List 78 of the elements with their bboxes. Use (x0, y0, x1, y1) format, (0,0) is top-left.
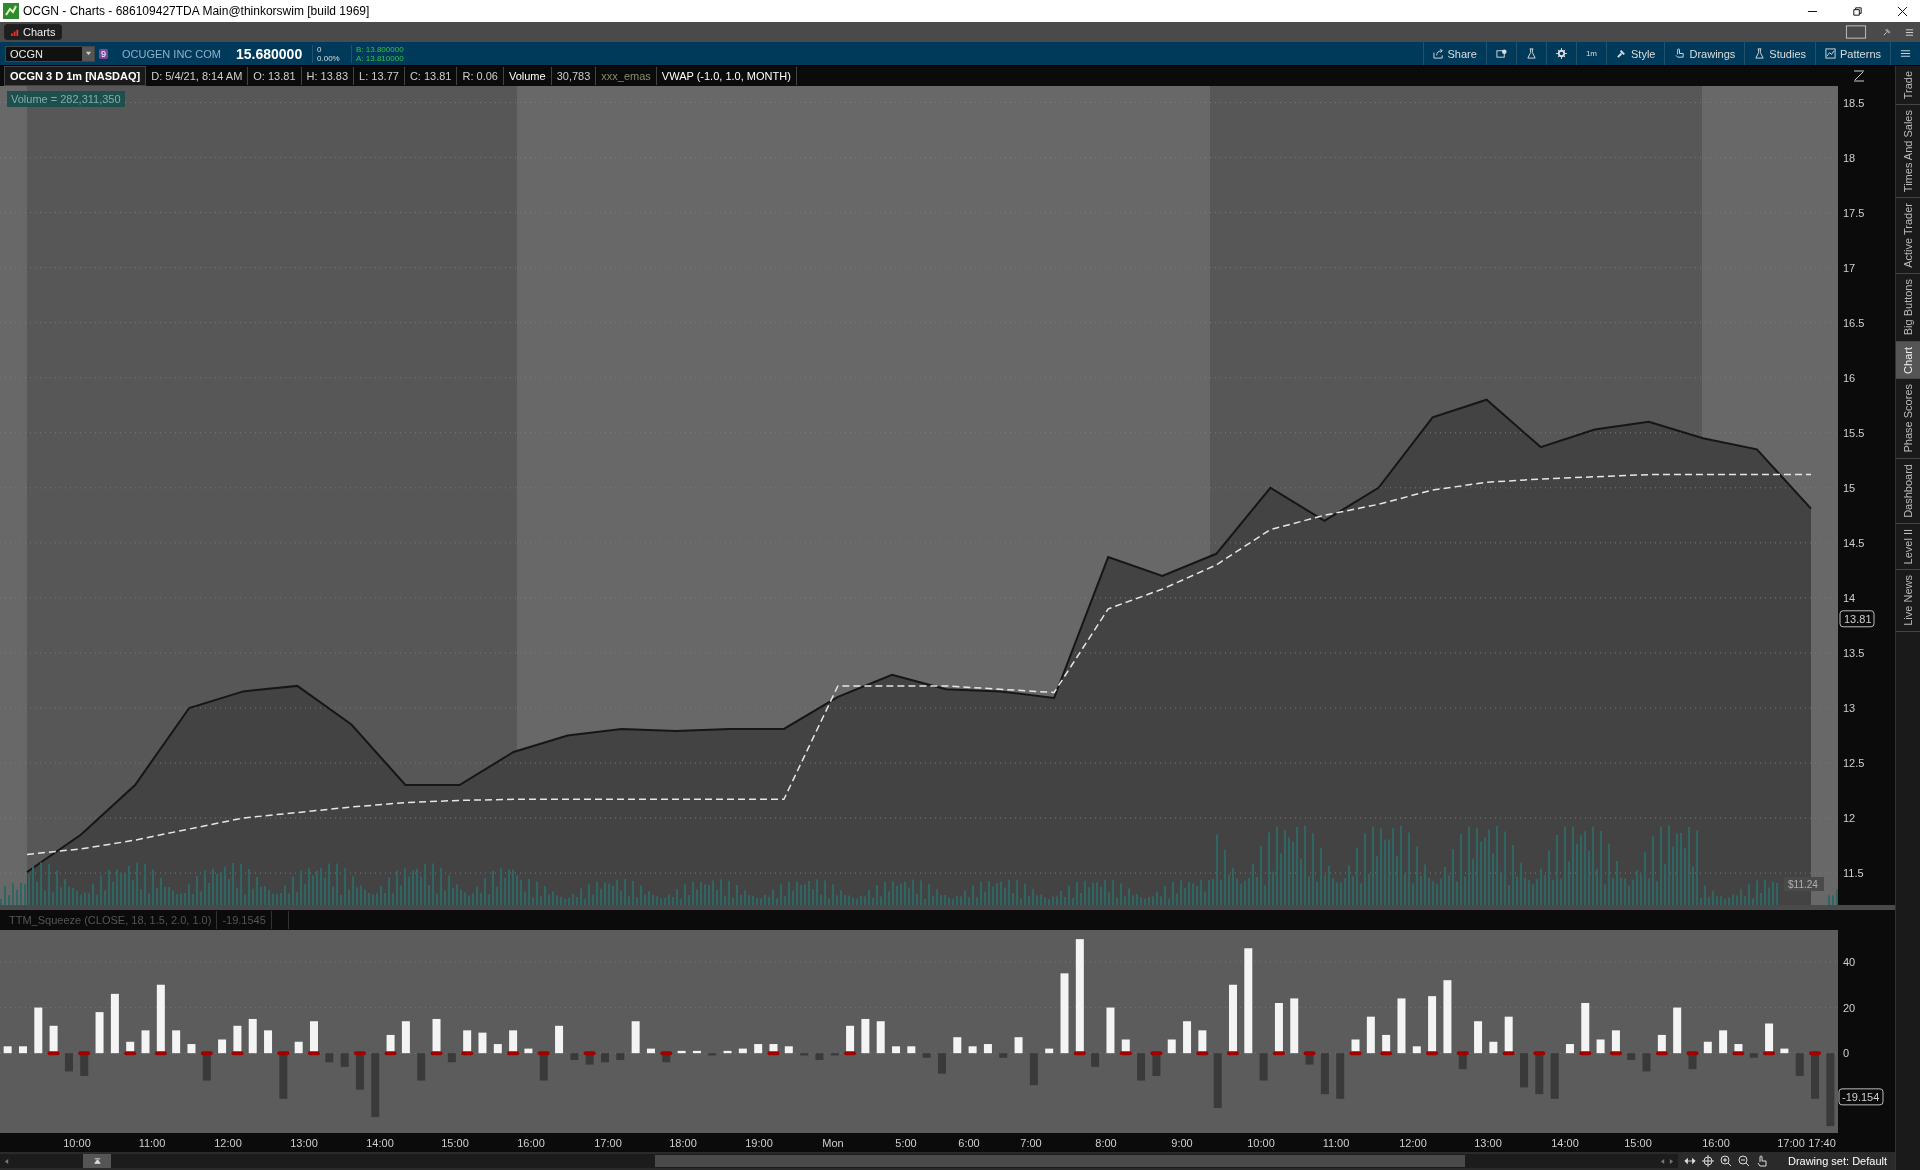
info-value: 30,783 (551, 67, 597, 85)
info-value: H: 13.83 (301, 67, 355, 85)
time-label: 12:00 (1399, 1137, 1427, 1149)
interval-button[interactable]: 1m (1575, 42, 1606, 65)
study-label: xxx_emas (596, 67, 657, 85)
info-value: D: 5/4/21, 8:14 AM (146, 67, 249, 85)
axis-label: 13.5 (1843, 646, 1865, 659)
time-label: 7:00 (1020, 1137, 1042, 1149)
low-price-label: $11.24 (1784, 877, 1824, 891)
axis-label: 0 (1843, 1047, 1850, 1060)
time-label: 5:00 (895, 1137, 917, 1149)
axis-label: 17 (1843, 261, 1856, 274)
chart-title: OCGN 3 D 1m [NASDAQ] (4, 66, 147, 86)
ask-price: A: 13.810000 (356, 53, 405, 63)
time-label: 17:00 (594, 1137, 622, 1149)
last-price-tag: 13.81 (1839, 610, 1875, 628)
side-tab[interactable]: Chart (1896, 341, 1920, 380)
info-value: R: 0.06 (457, 67, 504, 85)
charts-tab[interactable]: Charts (4, 24, 63, 40)
time-label: 15:00 (1624, 1137, 1652, 1149)
study-value: -19.1545 (217, 911, 272, 929)
drawing-set-label[interactable]: Drawing set: Default (1787, 1155, 1887, 1167)
time-label: 19:00 (745, 1137, 773, 1149)
symbol-field[interactable]: OCGN (5, 45, 95, 62)
axis-label: 15.5 (1843, 426, 1865, 439)
axis-label: 16 (1843, 371, 1856, 384)
time-label: 13:00 (1474, 1137, 1502, 1149)
time-label: 10:00 (63, 1137, 91, 1149)
axis-label: 12 (1843, 812, 1856, 825)
info-value: C: 13.81 (404, 67, 458, 85)
info-value: O: 13.81 (248, 67, 302, 85)
time-label: 16:00 (1702, 1137, 1730, 1149)
axis-label: 12.5 (1843, 757, 1865, 769)
last-value-tag: -19.154 (1838, 1088, 1884, 1106)
drawings-button[interactable]: Drawings (1664, 42, 1745, 65)
time-label: 6:00 (958, 1137, 980, 1149)
axis-label: 14 (1843, 591, 1856, 604)
time-label: 14:00 (1551, 1137, 1579, 1149)
info-value: L: 13.77 (354, 67, 405, 85)
time-label: 13:00 (290, 1137, 318, 1149)
axis-label: 15 (1843, 481, 1856, 494)
window-title: OCGN - Charts - 686109427TDA Main@thinkorswim [build 1969] (23, 4, 370, 18)
style-button[interactable]: Style (1606, 42, 1665, 65)
time-label: 11:00 (1322, 1137, 1350, 1149)
axis-label: 14.5 (1843, 536, 1865, 549)
time-label: 11:00 (138, 1137, 166, 1149)
patterns-button[interactable]: Patterns (1815, 42, 1890, 65)
study-title: TTM_Squeeze (CLOSE, 18, 1.5, 2.0, 1.0) (4, 911, 218, 929)
link-group[interactable]: 9 (99, 48, 108, 59)
company-name: OCUGEN INC COM (122, 47, 222, 60)
volume-label: Volume = 282,311,350 (7, 91, 125, 107)
axis-label: 11.5 (1843, 867, 1864, 880)
time-label: 10:00 (1247, 1137, 1275, 1149)
study-label: Volume (503, 67, 552, 85)
axis-label: 40 (1843, 955, 1856, 968)
time-label: 17:40 (1808, 1137, 1836, 1149)
axis-label: 16.5 (1843, 316, 1865, 329)
axis-label: 13 (1843, 701, 1856, 714)
time-label: 14:00 (366, 1137, 394, 1149)
time-label: 9:00 (1171, 1137, 1193, 1149)
study-label: VWAP (-1.0, 1.0, MONTH) (656, 67, 797, 85)
bid-price: B: 13.800000 (356, 44, 405, 54)
time-label: 15:00 (441, 1137, 469, 1149)
axis-label: 18 (1843, 151, 1856, 164)
percent-change: 0.00% (317, 53, 341, 63)
axis-label: 18.5 (1843, 96, 1865, 109)
share-button[interactable]: Share (1422, 42, 1486, 65)
time-label: 16:00 (517, 1137, 545, 1149)
time-label: 12:00 (214, 1137, 242, 1149)
net-change: 0 (317, 44, 323, 54)
time-label: Mon (822, 1137, 844, 1149)
axis-label: 17.5 (1843, 206, 1865, 219)
time-label: 8:00 (1095, 1137, 1117, 1149)
axis-label: 20 (1843, 1001, 1856, 1014)
studies-button[interactable]: Studies (1744, 42, 1816, 65)
time-label: 17:00 (1777, 1137, 1805, 1149)
last-price: 15.680000 (236, 45, 304, 62)
time-label: 18:00 (669, 1137, 697, 1149)
